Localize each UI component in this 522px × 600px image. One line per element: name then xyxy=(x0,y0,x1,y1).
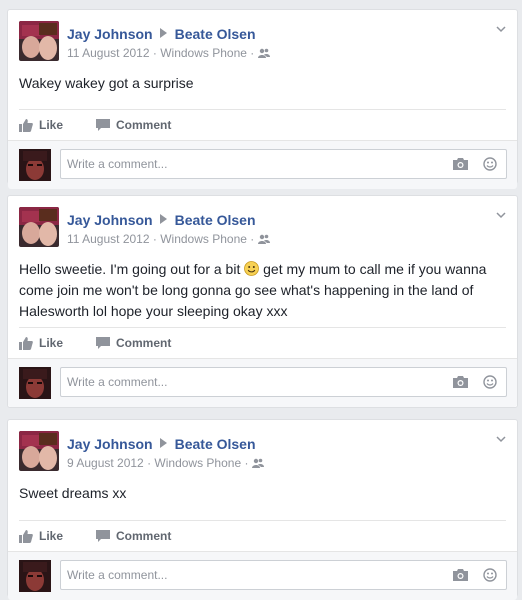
viewer-avatar xyxy=(19,149,51,181)
recipient-name[interactable]: Beate Olsen xyxy=(175,26,256,42)
friends-icon[interactable] xyxy=(257,234,270,244)
feed-post: Jay Johnson Beate Olsen 11 August 2012 · … xyxy=(7,9,518,189)
comment-composer: Write a comment... xyxy=(8,551,517,600)
arrow-right-icon xyxy=(159,28,167,38)
post-actions: Like Comment xyxy=(8,521,517,551)
post-date[interactable]: 11 August 2012 xyxy=(67,232,150,246)
comment-button[interactable]: Comment xyxy=(96,529,171,543)
arrow-right-icon xyxy=(159,214,167,224)
recipient-name[interactable]: Beate Olsen xyxy=(175,212,256,228)
camera-icon[interactable] xyxy=(453,569,468,581)
author-avatar[interactable] xyxy=(19,431,59,471)
comment-placeholder: Write a comment... xyxy=(67,568,168,582)
comment-label: Comment xyxy=(116,336,172,350)
comment-placeholder: Write a comment... xyxy=(67,375,168,389)
post-header: Jay Johnson Beate Olsen 11 August 2012 · … xyxy=(8,10,517,68)
like-button[interactable]: Like xyxy=(19,336,63,350)
comment-input[interactable]: Write a comment... xyxy=(60,367,507,397)
arrow-right-icon xyxy=(159,438,167,448)
viewer-avatar xyxy=(19,560,51,592)
post-text: Hello sweetie. I'm going out for a bit g… xyxy=(8,254,517,327)
meta-separator: · xyxy=(241,456,252,470)
post-text-part: Hello sweetie. I'm going out for a bit xyxy=(19,261,245,277)
thumbs-up-icon xyxy=(19,529,33,543)
speech-bubble-icon xyxy=(96,336,110,349)
meta-separator: · xyxy=(246,46,258,60)
like-button[interactable]: Like xyxy=(19,529,63,543)
post-meta: 11 August 2012 · Windows Phone · xyxy=(67,46,270,60)
author-avatar[interactable] xyxy=(19,207,59,247)
meta-separator: · xyxy=(149,46,161,60)
post-actions: Like Comment xyxy=(8,110,517,140)
post-meta: 9 August 2012 · Windows Phone · xyxy=(67,456,264,470)
viewer-avatar xyxy=(19,367,51,399)
smiley-icon[interactable] xyxy=(483,375,497,389)
meta-separator: · xyxy=(246,232,258,246)
post-actions: Like Comment xyxy=(8,328,517,358)
like-label: Like xyxy=(39,529,64,543)
post-source: Windows Phone xyxy=(160,232,247,246)
recipient-name[interactable]: Beate Olsen xyxy=(175,436,256,452)
meta-separator: · xyxy=(149,232,161,246)
comment-label: Comment xyxy=(116,529,172,543)
camera-icon[interactable] xyxy=(453,376,468,388)
post-author-line: Jay Johnson Beate Olsen xyxy=(67,212,256,228)
post-text: Wakey wakey got a surprise xyxy=(19,75,194,91)
comment-button[interactable]: Comment xyxy=(96,336,171,350)
like-label: Like xyxy=(39,336,64,350)
friends-icon[interactable] xyxy=(251,458,264,468)
comment-input[interactable]: Write a comment... xyxy=(60,149,507,179)
speech-bubble-icon xyxy=(96,529,110,542)
post-meta: 11 August 2012 · Windows Phone · xyxy=(67,232,270,246)
thumbs-up-icon xyxy=(19,118,33,132)
thumbs-up-icon xyxy=(19,336,33,350)
post-date[interactable]: 11 August 2012 xyxy=(67,46,150,60)
post-author-line: Jay Johnson Beate Olsen xyxy=(67,26,256,42)
meta-separator: · xyxy=(143,456,155,470)
like-label: Like xyxy=(39,118,64,132)
post-source: Windows Phone xyxy=(160,46,247,60)
comment-composer: Write a comment... xyxy=(8,140,517,189)
comment-placeholder: Write a comment... xyxy=(67,157,168,171)
author-avatar[interactable] xyxy=(19,21,59,61)
speech-bubble-icon xyxy=(96,118,110,131)
comment-input[interactable]: Write a comment... xyxy=(60,560,507,590)
post-date[interactable]: 9 August 2012 xyxy=(67,456,144,470)
author-name[interactable]: Jay Johnson xyxy=(67,26,153,42)
comment-label: Comment xyxy=(116,118,172,132)
smiley-emoji-icon xyxy=(244,261,260,276)
post-header: Jay Johnson Beate Olsen 9 August 2012 · W… xyxy=(8,420,517,478)
chevron-down-icon[interactable] xyxy=(496,434,506,444)
camera-icon[interactable] xyxy=(453,158,468,170)
post-text: Sweet dreams xx xyxy=(19,485,127,501)
chevron-down-icon[interactable] xyxy=(496,210,506,220)
comment-button[interactable]: Comment xyxy=(96,118,171,132)
comment-composer: Write a comment... xyxy=(8,358,517,407)
post-header: Jay Johnson Beate Olsen 11 August 2012 · … xyxy=(8,196,517,254)
post-source: Windows Phone xyxy=(154,456,242,470)
chevron-down-icon[interactable] xyxy=(496,24,506,34)
friends-icon[interactable] xyxy=(257,48,270,58)
feed-post: Jay Johnson Beate Olsen 9 August 2012 · W… xyxy=(7,419,518,600)
smiley-icon[interactable] xyxy=(483,568,497,582)
feed-post: Jay Johnson Beate Olsen 11 August 2012 · … xyxy=(7,195,518,408)
smiley-icon[interactable] xyxy=(483,157,497,171)
post-author-line: Jay Johnson Beate Olsen xyxy=(67,436,256,452)
author-name[interactable]: Jay Johnson xyxy=(67,436,153,452)
like-button[interactable]: Like xyxy=(19,118,63,132)
author-name[interactable]: Jay Johnson xyxy=(67,212,153,228)
